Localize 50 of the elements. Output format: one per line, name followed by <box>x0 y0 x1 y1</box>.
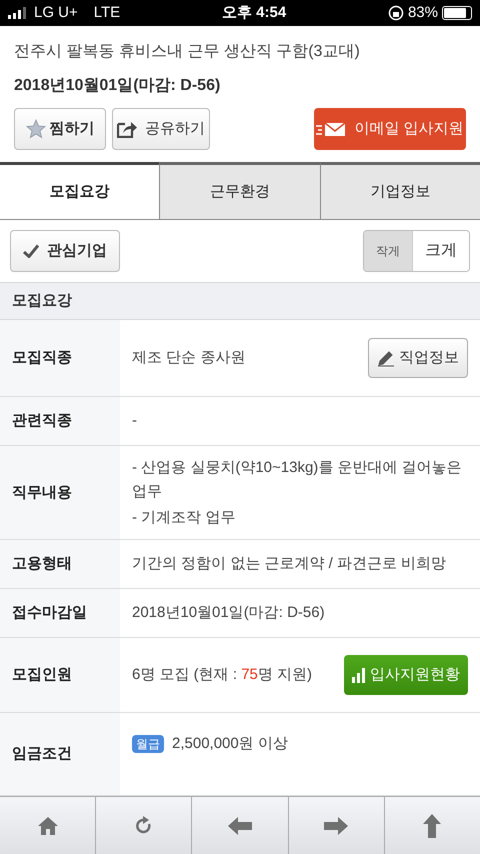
battery-icon <box>442 6 472 20</box>
toolbar-button[interactable] <box>384 797 480 854</box>
home-icon <box>36 816 59 836</box>
row-label: 모집인원 <box>12 664 72 685</box>
row-label: 직무내용 <box>12 482 72 503</box>
applicant-status-button[interactable]: 입사지원현황 <box>344 655 468 696</box>
deadline-date: 2018년10월01일(마감: D-56) <box>14 76 222 96</box>
salary-type-tag: 월급 <box>132 735 164 754</box>
reload-icon <box>134 816 153 836</box>
job-title: 전주시 팔복동 휴비스내 근무 생산직 구함(3교대) <box>14 42 361 62</box>
check-icon <box>23 244 39 258</box>
row-label: 접수마감일 <box>12 603 87 624</box>
row-value: 2018년10월01일(마감: D-56) <box>132 603 325 624</box>
row-label: 모집직종 <box>12 348 72 368</box>
carrier-name: LG U+ <box>34 2 78 23</box>
row-label: 고용형태 <box>12 554 72 574</box>
row-value: - <box>132 411 137 432</box>
star-icon <box>26 119 46 139</box>
share-icon <box>117 120 137 138</box>
rotation-lock-icon <box>388 5 404 21</box>
network-type: LTE <box>94 2 120 23</box>
interest-company-button[interactable]: 관심기업 <box>10 230 120 272</box>
toolbar-button[interactable] <box>288 797 384 854</box>
forward-arrow-icon <box>324 816 348 834</box>
section-title: 모집요강 <box>12 290 72 311</box>
job-info-button[interactable]: 직업정보 <box>368 338 468 378</box>
tab[interactable]: 근무환경 <box>159 162 320 219</box>
pencil-icon <box>377 349 395 368</box>
bookmark-button[interactable]: 찜하기 <box>14 108 106 150</box>
mail-icon <box>316 121 346 137</box>
text-size-toggle[interactable]: 작게 <box>364 231 412 271</box>
bar-chart-icon <box>352 667 366 684</box>
row-label: 관련직종 <box>12 411 72 432</box>
share-button[interactable]: 공유하기 <box>112 108 210 150</box>
toolbar-button[interactable] <box>191 797 288 854</box>
battery-percent: 83% <box>408 2 438 23</box>
row-value: 제조 단순 종사원 <box>132 348 246 368</box>
clock: 오후 4:54 <box>222 2 286 23</box>
row-value: 6명 모집 (현재 : 75명 지원) <box>132 664 312 685</box>
back-arrow-icon <box>228 816 252 834</box>
email-apply-button[interactable]: 이메일 입사지원 <box>314 108 466 150</box>
row-value: 기간의 정함이 없는 근로계약 / 파견근로 비희망 <box>132 554 446 574</box>
up-arrow-icon <box>423 814 442 838</box>
duty-line: - 산업용 실뭉치(약10~13kg)를 운반대에 걸어놓은 업무 <box>132 458 463 502</box>
toolbar-button[interactable] <box>0 797 96 854</box>
text-size-toggle[interactable]: 크게 <box>412 231 469 271</box>
row-label: 임금조건 <box>12 744 72 764</box>
tab[interactable]: 기업정보 <box>320 162 480 219</box>
row-value: 2,500,000원 이상 <box>172 734 288 754</box>
duty-line: - 기계조작 업무 <box>132 508 236 528</box>
